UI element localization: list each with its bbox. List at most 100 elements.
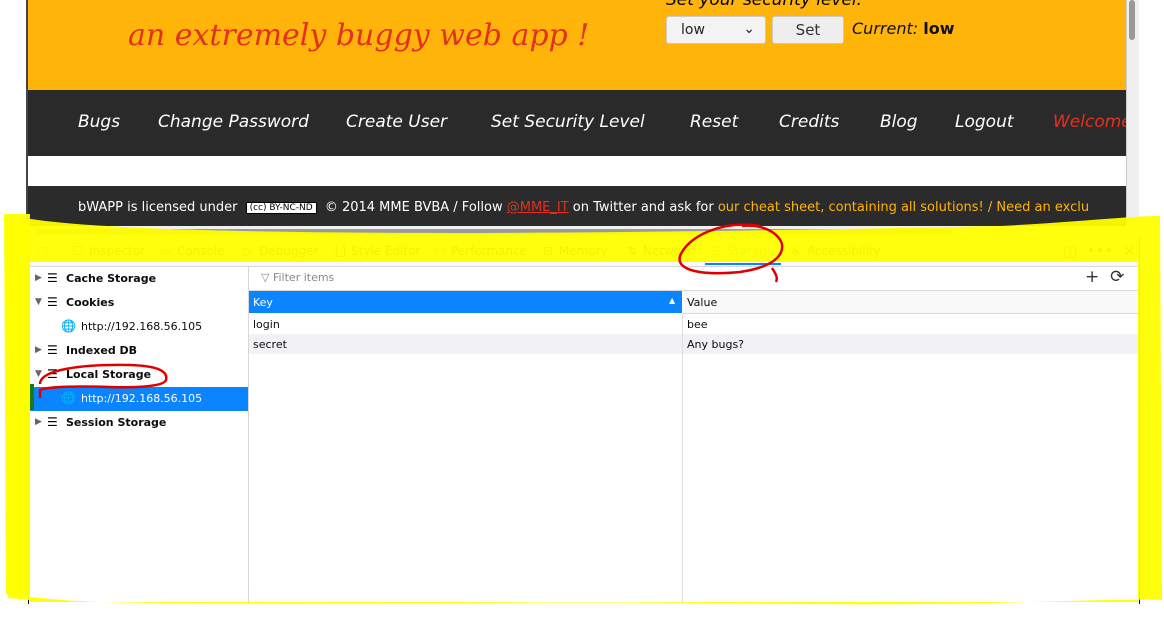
expand-icon[interactable]: ▶ [35, 417, 42, 427]
filter-placeholder: Filter items [272, 271, 335, 284]
add-item-icon[interactable]: + [1085, 267, 1099, 287]
performance-icon: ◠ [434, 244, 446, 258]
tree-local-storage[interactable]: ▼ ☰ Local Storage [29, 363, 248, 387]
row-value: Any bugs? [687, 338, 745, 351]
nav-credits[interactable]: Credits [779, 112, 839, 132]
nav-welcome: Welcome [1053, 112, 1126, 132]
footer-copyright: © 2014 MME BVBA / Follow [324, 200, 503, 215]
tab-storage[interactable]: ☰ Storage [709, 244, 774, 258]
refresh-icon[interactable]: ⟳ [1110, 267, 1124, 287]
footer-text: bWAPP is licensed under (cc) BY-NC-ND © … [78, 200, 1089, 215]
filter-input[interactable]: ▽ Filter items [261, 271, 334, 284]
horizontal-scrollbar-thumb[interactable] [36, 229, 952, 235]
set-button[interactable]: Set [772, 16, 844, 44]
storage-icon: ☰ [47, 367, 58, 381]
storage-tree: ▶ ☰ Cache Storage ▼ ☰ Cookies 🌐 http://1… [29, 266, 249, 604]
tree-label: Session Storage [66, 416, 167, 429]
column-divider [682, 313, 683, 604]
yellow-highlight-left-edge [6, 214, 30, 600]
tab-console[interactable]: ▭ Console [159, 244, 225, 258]
globe-icon: 🌐 [61, 391, 76, 405]
nav-logout[interactable]: Logout [955, 112, 1014, 132]
current-value: low [923, 19, 955, 38]
filter-bar: ▽ Filter items + ⟳ [249, 266, 1139, 291]
security-level-value: low [681, 22, 705, 38]
tab-style-editor-label: Style Editor [351, 244, 421, 258]
active-tab-indicator [705, 263, 781, 265]
page-header: an extremely buggy web app ! Set your se… [28, 0, 1126, 90]
network-icon: ⇅ [626, 244, 638, 258]
nav-change-password[interactable]: Change Password [158, 112, 309, 132]
toolbar-actions: ◫ ••• ✕ [1063, 242, 1135, 260]
tab-accessibility[interactable]: ♿ Accessibility [789, 244, 881, 258]
tab-performance[interactable]: ◠ Performance [433, 244, 527, 258]
close-icon[interactable]: ✕ [1123, 242, 1136, 260]
current-label: Current: [852, 19, 919, 38]
cc-license-badge[interactable]: (cc) BY-NC-ND [245, 201, 317, 214]
accessibility-icon: ♿ [790, 244, 802, 258]
nav-set-security-level[interactable]: Set Security Level [491, 112, 645, 132]
footer-license: bWAPP is licensed under [78, 200, 238, 215]
main-nav: Bugs Change Password Create User Set Sec… [28, 90, 1126, 156]
chevron-down-icon: ⌄ [743, 21, 755, 37]
storage-icon: ☰ [47, 271, 58, 285]
row-key: login [253, 318, 280, 331]
tree-label: Indexed DB [66, 344, 138, 357]
column-header-key[interactable]: Key ▲ [249, 291, 682, 313]
storage-icon: ☰ [47, 343, 58, 357]
debugger-icon: ▷ [243, 244, 253, 258]
tab-accessibility-label: Accessibility [807, 244, 881, 258]
tree-label: http://192.168.56.105 [81, 320, 203, 333]
filter-actions: + ⟳ [1085, 267, 1124, 287]
tree-label: Cache Storage [66, 272, 157, 285]
collapse-icon[interactable]: ▼ [35, 297, 42, 307]
tree-cookies[interactable]: ▼ ☰ Cookies [29, 291, 248, 315]
twitter-link[interactable]: @MME_IT [507, 200, 569, 215]
table-row[interactable]: login bee [249, 314, 1139, 334]
storage-icon: ☰ [710, 244, 722, 258]
tab-style-editor[interactable]: {} Style Editor [333, 244, 420, 258]
nav-reset[interactable]: Reset [690, 112, 738, 132]
row-key: secret [253, 338, 287, 351]
tab-network-label: Network [643, 244, 694, 258]
tree-indexed-db[interactable]: ▶ ☰ Indexed DB [29, 339, 248, 363]
security-level-select[interactable]: low ⌄ [666, 16, 766, 44]
vertical-scrollbar-thumb[interactable] [1129, 0, 1135, 40]
sort-ascending-icon: ▲ [669, 296, 676, 305]
security-level-label: Set your security level: [666, 0, 863, 10]
tab-performance-label: Performance [451, 244, 528, 258]
element-picker-icon[interactable]: ⬚ [37, 244, 48, 258]
row-value: bee [687, 318, 708, 331]
nav-create-user[interactable]: Create User [346, 112, 447, 132]
more-options-icon[interactable]: ••• [1087, 242, 1114, 260]
expand-icon[interactable]: ▶ [35, 273, 42, 283]
tab-inspector[interactable]: ☐ Inspector [71, 244, 145, 258]
tree-session-storage[interactable]: ▶ ☰ Session Storage [29, 411, 248, 435]
tab-memory[interactable]: ⊟ Memory [541, 244, 608, 258]
tree-label: http://192.168.56.105 [81, 392, 203, 405]
tree-local-storage-host[interactable]: 🌐 http://192.168.56.105 [29, 387, 248, 411]
tree-cache-storage[interactable]: ▶ ☰ Cache Storage [29, 267, 248, 291]
nav-bugs[interactable]: Bugs [78, 112, 120, 132]
tab-console-label: Console [177, 244, 225, 258]
column-header-label: Value [687, 296, 718, 309]
tab-network[interactable]: ⇅ Network [625, 244, 693, 258]
footer-mid: on Twitter and ask for [572, 200, 714, 215]
column-header-value[interactable]: Value [683, 291, 1139, 314]
table-header: Key ▲ Value [249, 291, 1139, 314]
collapse-icon[interactable]: ▼ [35, 369, 42, 379]
dock-icon[interactable]: ◫ [1063, 242, 1077, 260]
current-security-level: Current: low [852, 19, 954, 38]
filter-icon: ▽ [261, 271, 270, 284]
table-row[interactable]: secret Any bugs? [249, 334, 1139, 354]
cheat-sheet-link[interactable]: our cheat sheet, containing all solution… [718, 200, 1089, 215]
expand-icon[interactable]: ▶ [35, 345, 42, 355]
inspector-icon: ☐ [72, 244, 84, 258]
tab-debugger[interactable]: ▷ Debugger [241, 244, 318, 258]
tab-debugger-label: Debugger [259, 244, 319, 258]
console-icon: ▭ [160, 244, 172, 258]
tree-cookies-host[interactable]: 🌐 http://192.168.56.105 [29, 315, 248, 339]
tab-memory-label: Memory [559, 244, 608, 258]
window-left-border [26, 0, 28, 238]
nav-blog[interactable]: Blog [880, 112, 918, 132]
